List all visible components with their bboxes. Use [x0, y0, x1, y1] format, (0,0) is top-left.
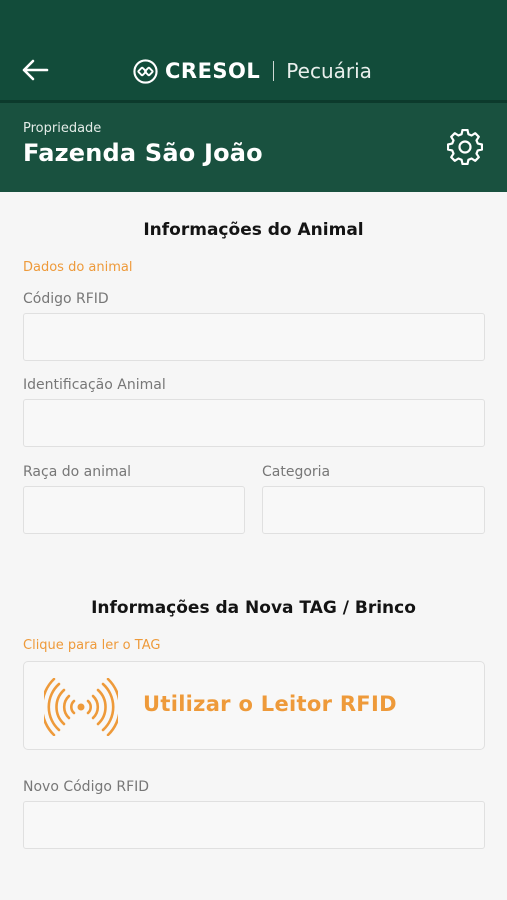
arrow-left-icon [22, 59, 49, 81]
breed-input[interactable] [23, 486, 245, 534]
animal-id-label: Identificação Animal [23, 377, 166, 393]
rfid-code-input[interactable] [23, 313, 485, 361]
rfid-code-label: Código RFID [23, 291, 109, 307]
category-label: Categoria [262, 464, 331, 480]
read-tag-subtitle: Clique para ler o TAG [23, 638, 161, 653]
brand-divider [273, 61, 275, 81]
animal-info-title: Informações do Animal [143, 220, 364, 240]
app-header: CRESOL Pecuária [0, 0, 507, 100]
property-name: Fazenda São João [23, 139, 263, 167]
brand-name: CRESOL [165, 59, 261, 83]
cresol-logo-icon [133, 58, 158, 84]
animal-id-input[interactable] [23, 399, 485, 447]
back-button[interactable] [18, 54, 52, 86]
brand: CRESOL Pecuária [133, 56, 372, 86]
new-rfid-label: Novo Código RFID [23, 779, 150, 795]
animal-data-subtitle: Dados do animal [23, 260, 133, 275]
property-banner: Propriedade Fazenda São João [0, 103, 507, 192]
new-rfid-input[interactable] [23, 801, 485, 849]
product-name: Pecuária [286, 59, 372, 83]
rfid-reader-button[interactable]: Utilizar o Leitor RFID [23, 661, 485, 750]
category-input[interactable] [262, 486, 485, 534]
tag-info-title: Informações da Nova TAG / Brinco [91, 598, 416, 618]
rfid-signal-icon [44, 678, 118, 736]
property-label: Propriedade [23, 121, 102, 136]
breed-label: Raça do animal [23, 464, 132, 480]
rfid-reader-label: Utilizar o Leitor RFID [143, 692, 397, 716]
gear-icon [447, 129, 483, 165]
settings-button[interactable] [444, 126, 486, 168]
